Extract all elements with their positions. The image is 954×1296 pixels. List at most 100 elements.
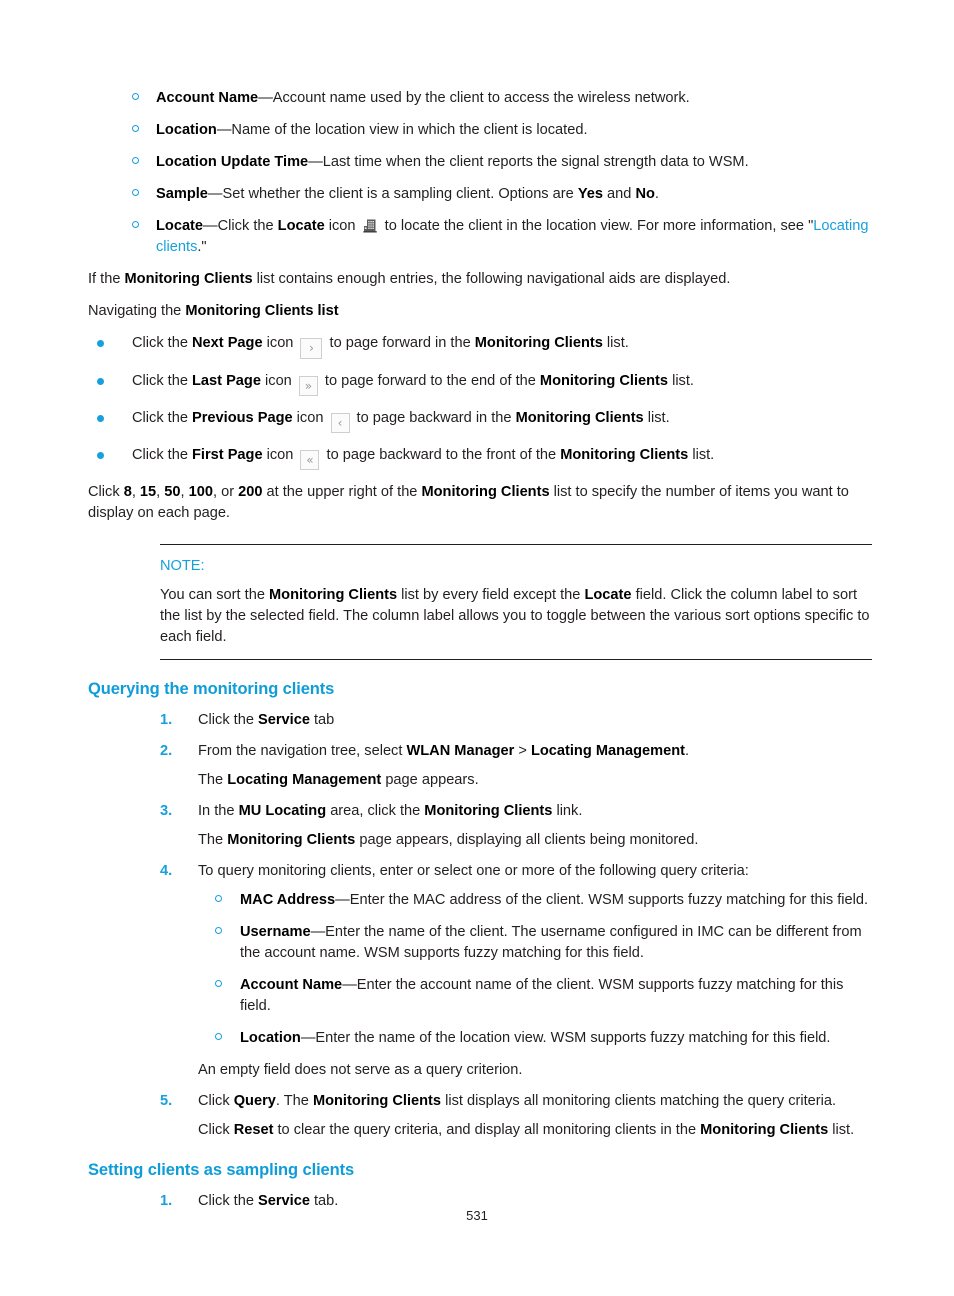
last-page-icon[interactable]: » [298,376,318,396]
nav-button-name: Previous Page [192,410,293,426]
nav-text-after: list. [602,335,629,351]
list-name-bold: Monitoring Clients [700,1122,829,1138]
next-page-icon[interactable]: › [300,338,323,359]
term-description: Last time when the client reports the si… [322,154,749,170]
previous-page-icon[interactable]: ‹ [330,413,350,433]
page-size-option-100[interactable]: 100 [189,484,213,500]
nav-subtitle-bold: Monitoring Clients list [185,303,339,319]
page-size-option-50[interactable]: 50 [164,484,180,500]
nav-text-before: Click the [132,410,193,426]
service-tab-bold[interactable]: Service [258,712,310,728]
note-body: You can sort the Monitoring Clients list… [160,585,872,648]
note-label: NOTE: [160,558,205,574]
icon-lead-text: icon [324,218,360,234]
locate-bold-label: Locate [277,218,325,234]
reset-button-bold[interactable]: Reset [234,1122,274,1138]
step-continuation: The Locating Management page appears. [198,770,872,791]
list-name-bold: Monitoring Clients [474,335,603,351]
list-item: Location—Name of the location view in wh… [88,120,872,141]
criterion-description: Enter the name of the location view. WSM… [315,1030,831,1046]
criterion-label: MAC Address [240,892,336,908]
query-button-bold[interactable]: Query [234,1093,276,1109]
list-item: Location Update Time—Last time when the … [88,152,872,173]
step-text-mid: area, click the [326,803,425,819]
first-page-icon[interactable]: « [300,450,320,470]
step-text-after: tab. [309,1193,339,1209]
nav-text-before: Click the [132,447,193,463]
hollow-circle-bullet-icon [215,1033,222,1040]
nav-subtitle: Navigating the Monitoring Clients list [88,301,872,322]
nav-text-after: list. [668,373,694,389]
term-description: Set whether the client is a sampling cli… [222,186,578,202]
nav-text-mid: to page backward to the front of the [322,447,561,463]
step-number: 1. [160,712,173,728]
page-size-option-200[interactable]: 200 [238,484,262,500]
list-name-bold: Monitoring Clients [312,1093,442,1109]
list-item: Account Name—Account name used by the cl… [88,88,872,109]
empty-field-note: An empty field does not serve as a query… [198,1062,523,1078]
list-item: Locate—Click the Locate icon to locate t… [88,216,872,258]
hollow-circle-bullet-icon [215,980,222,987]
page-size-paragraph: Click 8, 15, 50, 100, or 200 at the uppe… [88,482,872,524]
step-text-after: list displays all monitoring clients mat… [441,1093,837,1109]
em-dash: — [207,186,223,202]
list-item: 5. Click Query. The Monitoring Clients l… [88,1091,872,1141]
list-item: Location—Enter the name of the location … [198,1028,872,1049]
sep: , [180,484,189,500]
menu-separator: > [514,743,531,759]
locate-field-bold: Locate [584,587,632,603]
list-item: Account Name—Enter the account name of t… [198,975,872,1017]
list-item: Click the Next Page icon › to page forwa… [88,333,872,359]
list-name-bold: Monitoring Clients [560,447,689,463]
em-dash: — [342,977,357,993]
cont-before: Click [198,1122,234,1138]
icon-lead-text: icon [262,447,298,463]
list-name-bold: Monitoring Clients [515,410,644,426]
list-item: Sample—Set whether the client is a sampl… [88,184,872,205]
icon-lead-text: icon [292,410,328,426]
page-size-option-15[interactable]: 15 [140,484,156,500]
nav-text-mid: to page forward in the [325,335,475,351]
criterion-label: Username [240,924,311,940]
nav-text-mid: to page forward to the end of the [320,373,540,389]
cont-bold: Monitoring Clients [227,832,356,848]
nav-subtitle-before: Navigating the [88,303,186,319]
criterion-description: Enter the name of the client. The userna… [240,924,862,961]
cont-mid: to clear the query criteria, and display… [273,1122,701,1138]
list-item: 3. In the MU Locating area, click the Mo… [88,801,872,851]
nav-text-before: Click the [132,335,193,351]
hollow-circle-bullet-icon [132,157,139,164]
service-tab-bold[interactable]: Service [258,1193,310,1209]
step-text: To query monitoring clients, enter or se… [198,863,749,879]
page-content: Account Name—Account name used by the cl… [88,88,872,1222]
step-text-after: . [685,743,690,759]
term-label: Location Update Time [156,154,309,170]
step-continuation: The Monitoring Clients page appears, dis… [198,830,872,851]
note-text-mid: list by every field except the [397,587,585,603]
wlan-manager-bold[interactable]: WLAN Manager [406,743,514,759]
criterion-label: Account Name [240,977,343,993]
chevron-left-glyph: ‹ [337,416,343,430]
sentence-end: . [654,186,659,202]
term-label: Account Name [156,90,259,106]
nav-button-name: Last Page [192,373,261,389]
double-chevron-left-glyph: « [306,453,314,467]
step-text-before: Click the [198,1193,259,1209]
locating-management-bold[interactable]: Locating Management [531,743,685,759]
icon-lead-text: icon [262,335,298,351]
conjunction: and [602,186,636,202]
monitoring-clients-link-bold[interactable]: Monitoring Clients [424,803,552,819]
term-description: Account name used by the client to acces… [272,90,690,106]
sentence-end: ." [197,239,207,255]
em-dash: — [310,924,326,940]
filled-circle-bullet-icon [97,415,104,422]
query-criteria-list: MAC Address—Enter the MAC address of the… [198,890,872,1049]
icon-lead-text: icon [260,373,296,389]
list-item: Click the First Page icon « to page back… [88,445,872,470]
list-name-bold: Monitoring Clients [539,373,669,389]
step-number: 3. [160,803,173,819]
page-size-option-8[interactable]: 8 [124,484,132,500]
nav-intro-bold: Monitoring Clients [124,271,253,287]
hollow-circle-bullet-icon [215,927,222,934]
or-word: , or [212,484,239,500]
